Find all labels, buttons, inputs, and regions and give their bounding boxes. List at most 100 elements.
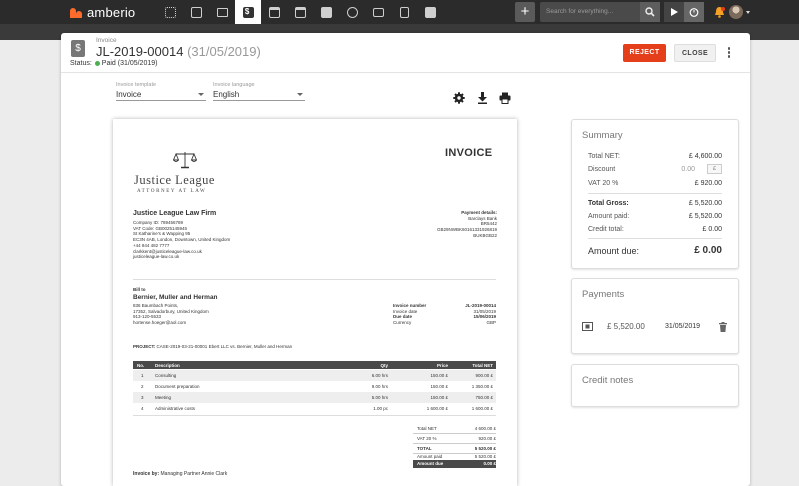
top-bar: amberio $ + Search for everything... — [0, 0, 799, 24]
invoice-by-label: Invoice by: — [133, 471, 160, 477]
summary-label: Credit total: — [588, 226, 624, 233]
download-button[interactable] — [475, 91, 489, 105]
search-icon — [645, 7, 655, 17]
divider — [413, 433, 496, 434]
status-line: Status: Paid (31/05/2019) — [70, 60, 157, 67]
item-description: Meeting — [155, 395, 172, 400]
summary-label: Amount paid: — [588, 213, 630, 220]
amberio-logo-icon — [70, 6, 84, 18]
vat-label: VAT 20 % — [417, 436, 437, 441]
contacts-icon — [190, 6, 202, 18]
timer-button[interactable] — [684, 2, 704, 22]
meta-label: Currency — [393, 320, 412, 326]
settings-button[interactable] — [452, 91, 466, 105]
nav-invoices[interactable]: $ — [235, 0, 262, 24]
chevron-down-icon — [198, 93, 204, 96]
download-icon — [477, 92, 487, 104]
total-net-label: Total NET — [417, 426, 437, 431]
item-description: Consulting — [155, 373, 177, 378]
briefcase-icon — [216, 7, 228, 17]
item-qty: 1.00 pc — [373, 406, 388, 411]
play-icon — [671, 8, 678, 16]
discount-input[interactable]: 0.00 — [681, 166, 695, 173]
invoice-card: $ Invoice JL-2019-00014 (31/05/2019) Sta… — [61, 33, 750, 486]
project-line: PROJECT: CASE-2019-03-21-00001 Ebert LLC… — [133, 344, 292, 350]
invoice-title: JL-2019-00014 (31/05/2019) — [96, 44, 261, 59]
trash-icon[interactable] — [719, 322, 727, 332]
invoice-title-date: (31/05/2019) — [187, 44, 261, 59]
item-total: 900.00 £ — [475, 373, 493, 378]
invoice-language-select[interactable]: Invoice language English — [213, 82, 305, 101]
global-search-input[interactable]: Search for everything... — [540, 2, 640, 22]
discount-unit[interactable]: £ — [707, 164, 722, 174]
search-button[interactable] — [640, 2, 660, 22]
payment-line: GB29NWBK60161331926819 — [436, 227, 497, 233]
main-nav: $ — [157, 0, 443, 24]
table-row: 3 Meeting 5.00 hrs 150.00 £ 750.00 £ — [133, 392, 496, 403]
payment-date: 31/05/2019 — [665, 323, 701, 330]
payment-amount: £ 5,520.00 — [607, 322, 645, 331]
user-menu-caret-icon[interactable] — [746, 10, 750, 14]
invoice-header: $ Invoice JL-2019-00014 (31/05/2019) Sta… — [61, 33, 750, 73]
create-button[interactable]: + — [515, 2, 535, 22]
more-options-icon[interactable] — [726, 46, 732, 60]
summary-value: £ 920.00 — [694, 180, 722, 187]
dashboard-icon — [164, 6, 176, 18]
total-net-value: 4 600.00 £ — [474, 426, 496, 431]
logo-firm-name: Justice League — [134, 173, 215, 187]
nav-bank[interactable] — [261, 0, 287, 24]
nav-matters[interactable] — [209, 0, 235, 24]
summary-label: VAT 20 % — [588, 180, 619, 187]
stopwatch-icon — [689, 8, 699, 17]
item-no: 3 — [141, 395, 144, 400]
summary-panel: Summary Total NET: £ 4,600.00 Discount 0.0… — [571, 119, 739, 269]
nav-documents[interactable] — [391, 0, 417, 24]
summary-label: Total Gross: — [588, 200, 629, 207]
total-label: TOTAL — [417, 446, 432, 451]
meta-row: Currency GBP — [393, 320, 496, 326]
timer-play-button[interactable] — [664, 2, 684, 22]
invoice-number: JL-2019-00014 — [96, 44, 184, 59]
nav-contacts[interactable] — [183, 0, 209, 24]
nav-tasks[interactable] — [313, 0, 339, 24]
amberio-logo[interactable]: amberio — [70, 5, 135, 20]
logo-tagline: ATTORNEY AT LAW — [137, 189, 207, 194]
close-button[interactable]: CLOSE — [674, 44, 716, 62]
nav-reports[interactable] — [417, 0, 443, 24]
summary-title: Summary — [582, 130, 623, 141]
item-qty: 6.00 hrs — [371, 373, 388, 378]
divider — [133, 279, 496, 280]
item-qty: 5.00 hrs — [371, 395, 388, 400]
amount-paid-value: 5 520.00 £ — [474, 454, 496, 459]
nav-files[interactable] — [365, 0, 391, 24]
user-avatar[interactable] — [729, 5, 743, 19]
summary-row: VAT 20 % £ 920.00 — [588, 180, 722, 187]
record-type-label: Invoice — [96, 37, 117, 44]
invoice-preview: INVOICE Justice League ATTORNEY AT LAW J… — [113, 119, 517, 486]
nav-calendar[interactable] — [287, 0, 313, 24]
divider — [133, 415, 496, 416]
print-icon — [499, 92, 511, 104]
item-no: 4 — [141, 406, 144, 411]
print-button[interactable] — [498, 91, 512, 105]
firm-line: EC3N 4AB, London, Downtown, United Kingd… — [133, 237, 231, 243]
nav-dashboard[interactable] — [157, 0, 183, 24]
payments-panel: Payments £ 5,520.00 31/05/2019 — [571, 278, 739, 354]
summary-row: Amount paid: £ 5,520.00 — [588, 213, 722, 220]
firm-name: Justice League Law Firm — [133, 210, 217, 217]
bank-icon — [268, 6, 280, 18]
reports-icon — [424, 6, 436, 18]
status-label: Status: — [70, 60, 92, 67]
documents-icon — [399, 6, 409, 18]
payment-row[interactable]: £ 5,520.00 31/05/2019 — [582, 321, 727, 333]
invoice-by-line: Invoice by: Managing Partner Annie Clark — [133, 471, 227, 477]
invoice-language-label: Invoice language — [213, 82, 255, 88]
meta-label: Invoice date — [393, 308, 418, 314]
invoice-doc-icon: $ — [71, 40, 85, 57]
notifications-button[interactable] — [712, 5, 726, 19]
reject-button[interactable]: REJECT — [623, 44, 666, 62]
status-dot-icon — [94, 60, 100, 66]
col-qty: Qty — [380, 362, 388, 368]
nav-time[interactable] — [339, 0, 365, 24]
invoice-template-select[interactable]: Invoice template Invoice — [116, 82, 206, 101]
